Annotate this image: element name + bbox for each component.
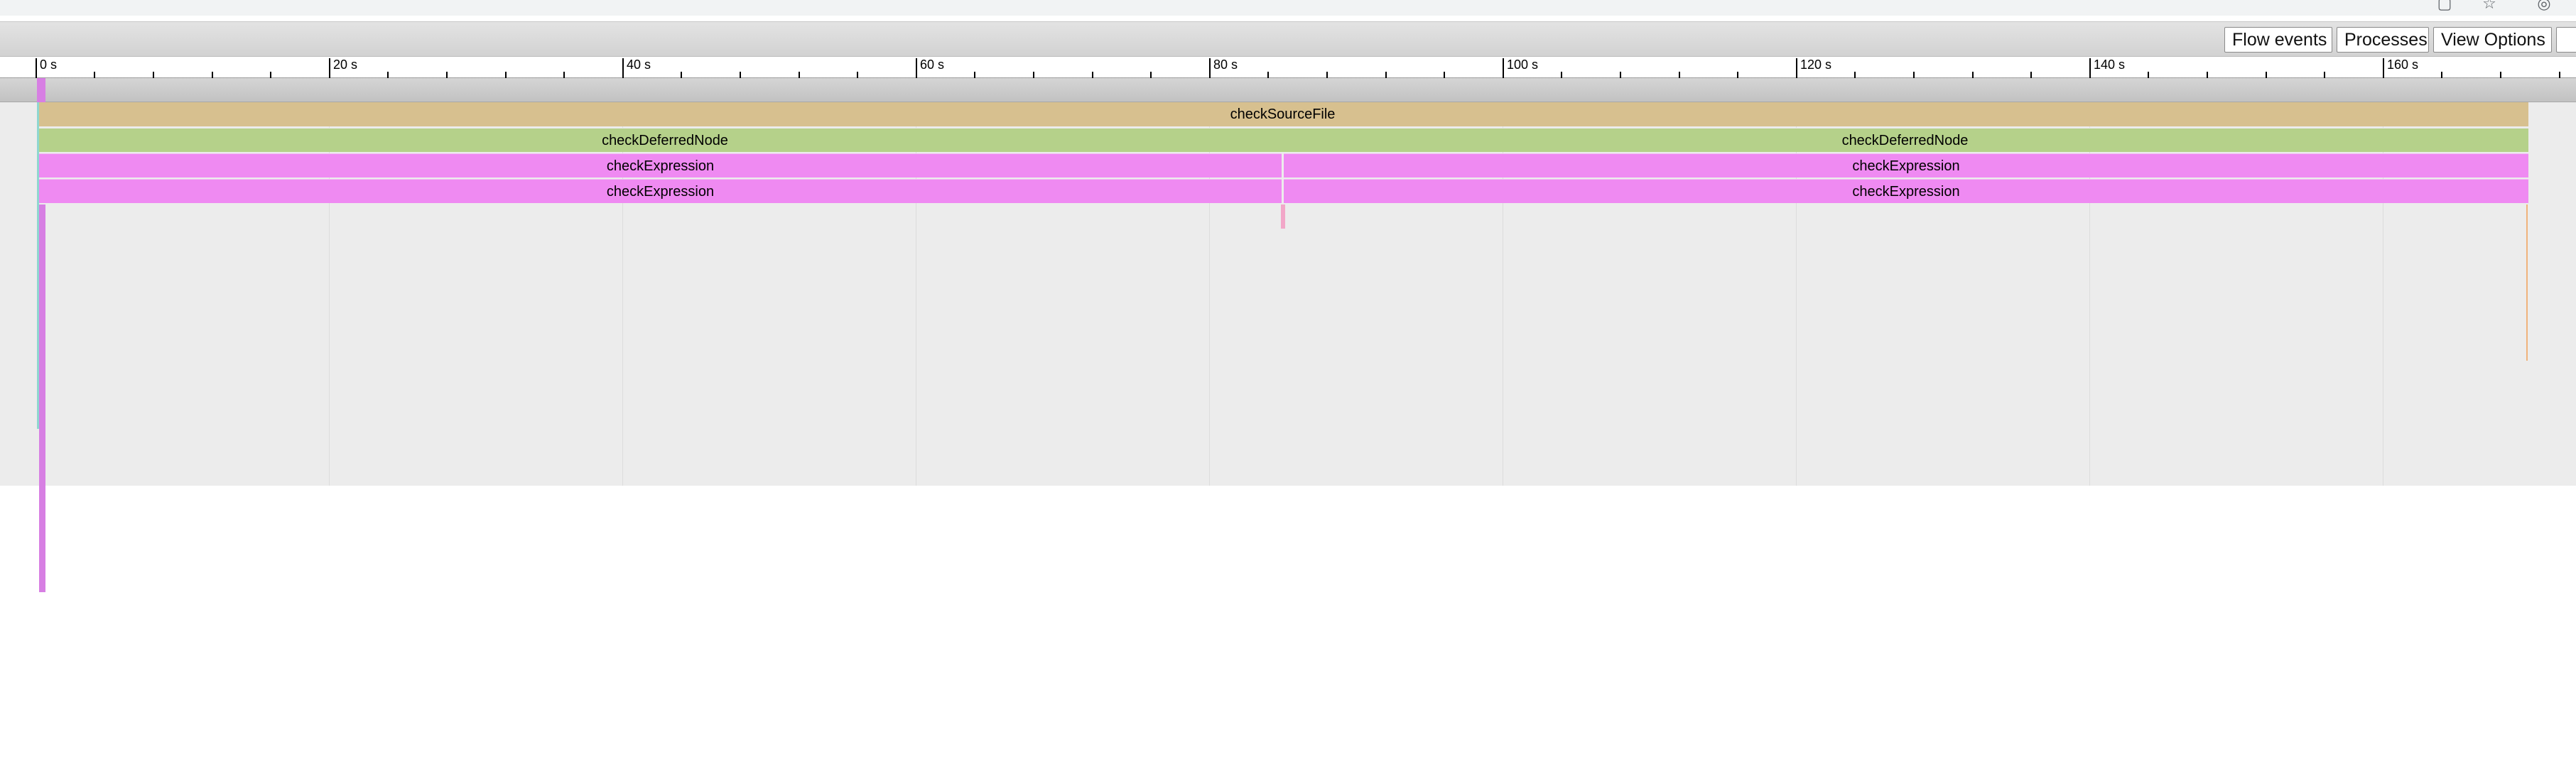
ruler-minor-tick (1854, 72, 1856, 78)
ruler-minor-tick (2500, 72, 2501, 78)
ruler-tick-label: 80 s (1213, 58, 1238, 72)
ruler-minor-tick (563, 72, 565, 78)
ruler-major-tick (1209, 58, 1211, 78)
ruler-minor-tick (1444, 72, 1445, 78)
ruler-minor-tick (94, 72, 95, 78)
ruler-minor-tick (1033, 72, 1034, 78)
view-options-button[interactable]: View Options (2433, 27, 2552, 53)
slice-check-expression[interactable]: checkExpression (39, 179, 1282, 203)
ruler-minor-tick (1267, 72, 1269, 78)
ruler-minor-tick (505, 72, 507, 78)
ruler-tick-label: 60 s (920, 58, 945, 72)
slice-sliver[interactable] (2526, 204, 2528, 361)
ruler-minor-tick (1561, 72, 1562, 78)
ruler-major-tick (2089, 58, 2091, 78)
process-activity-marker (37, 78, 45, 102)
slice-sliver[interactable] (39, 204, 45, 592)
slice-label: checkSourceFile (1230, 107, 1336, 122)
ruler-tick-label: 140 s (2094, 58, 2126, 72)
ruler-tick-label: 160 s (2387, 58, 2419, 72)
slice-label: checkExpression (1852, 158, 1960, 174)
process-header[interactable] (0, 78, 2576, 102)
ruler-tick-label: 120 s (1800, 58, 1832, 72)
ruler-minor-tick (2441, 72, 2442, 78)
slice-label: checkExpression (606, 184, 715, 200)
slice-label: checkDeferredNode (602, 133, 728, 148)
ruler-major-tick (622, 58, 624, 78)
address-bar[interactable] (0, 0, 2529, 15)
ruler-minor-tick (1385, 72, 1387, 78)
ruler-major-tick (1796, 58, 1797, 78)
slice-check-source-file[interactable]: checkSourceFile (37, 102, 2528, 126)
ruler-minor-tick (1972, 72, 1974, 78)
ruler-minor-tick (2030, 72, 2032, 78)
ruler-minor-tick (2559, 72, 2560, 78)
bookmark-icon[interactable]: ▢ (2437, 0, 2452, 11)
ruler-minor-tick (1737, 72, 1738, 78)
slice-check-expression[interactable]: checkExpression (39, 153, 1282, 178)
ruler-tick-label: 0 s (40, 58, 58, 72)
ruler-minor-tick (2207, 72, 2208, 78)
tracing-toolbar: Flow events Processes View Options (0, 21, 2576, 57)
ruler-minor-tick (799, 72, 800, 78)
processes-button[interactable]: Processes (2337, 27, 2429, 53)
ruler-minor-tick (857, 72, 858, 78)
ruler-minor-tick (974, 72, 975, 78)
ruler-major-tick (916, 58, 917, 78)
ruler-minor-tick (681, 72, 682, 78)
slice-label: checkExpression (606, 158, 715, 174)
help-button[interactable] (2556, 27, 2576, 53)
slice-label: checkDeferredNode (1841, 133, 1969, 148)
ruler-major-tick (329, 58, 330, 78)
browser-chrome: ▢ ☆ ◎ (0, 0, 2576, 16)
ruler-tick-label: 20 s (333, 58, 358, 72)
slice-check-deferred-node[interactable]: checkDeferredNode (39, 128, 1291, 152)
ruler-minor-tick (1679, 72, 1680, 78)
ruler-minor-tick (212, 72, 213, 78)
slice-sliver[interactable] (1281, 204, 1285, 229)
slice-check-expression[interactable]: checkExpression (1284, 153, 2528, 178)
ruler-tick-label: 40 s (627, 58, 651, 72)
ruler-tick-label: 100 s (1507, 58, 1539, 72)
ruler-minor-tick (740, 72, 741, 78)
ruler-major-tick (36, 58, 37, 78)
ruler-minor-tick (1913, 72, 1915, 78)
star-icon[interactable]: ☆ (2482, 0, 2497, 11)
ruler-minor-tick (387, 72, 389, 78)
ruler-minor-tick (1092, 72, 1093, 78)
time-ruler[interactable]: 0 s 20 s 40 s 60 s 80 s 100 s 120 s 140 … (0, 57, 2576, 78)
thread-track[interactable]: checkSourceFile checkDeferredNode checkD… (0, 102, 2576, 592)
ruler-minor-tick (2324, 72, 2325, 78)
flow-events-label: Flow events (2232, 30, 2327, 50)
view-options-label: View Options (2441, 30, 2545, 50)
ruler-minor-tick (270, 72, 271, 78)
slice-check-expression[interactable]: checkExpression (1284, 179, 2528, 203)
ruler-major-tick (2383, 58, 2384, 78)
ruler-minor-tick (1150, 72, 1152, 78)
slice-label: checkExpression (1852, 184, 1960, 200)
processes-label: Processes (2344, 30, 2428, 50)
ruler-minor-tick (2148, 72, 2149, 78)
account-icon[interactable]: ◎ (2536, 0, 2552, 11)
ruler-minor-tick (153, 72, 154, 78)
flow-events-button[interactable]: Flow events (2224, 27, 2332, 53)
ruler-minor-tick (446, 72, 448, 78)
ruler-minor-tick (2266, 72, 2267, 78)
slice-check-deferred-node[interactable]: checkDeferredNode (1282, 128, 2528, 152)
trace-viewer-page: ▢ ☆ ◎ Flow events Processes View Options… (0, 0, 2576, 764)
ruler-minor-tick (1326, 72, 1328, 78)
ruler-minor-tick (1620, 72, 1621, 78)
ruler-major-tick (1503, 58, 1504, 78)
